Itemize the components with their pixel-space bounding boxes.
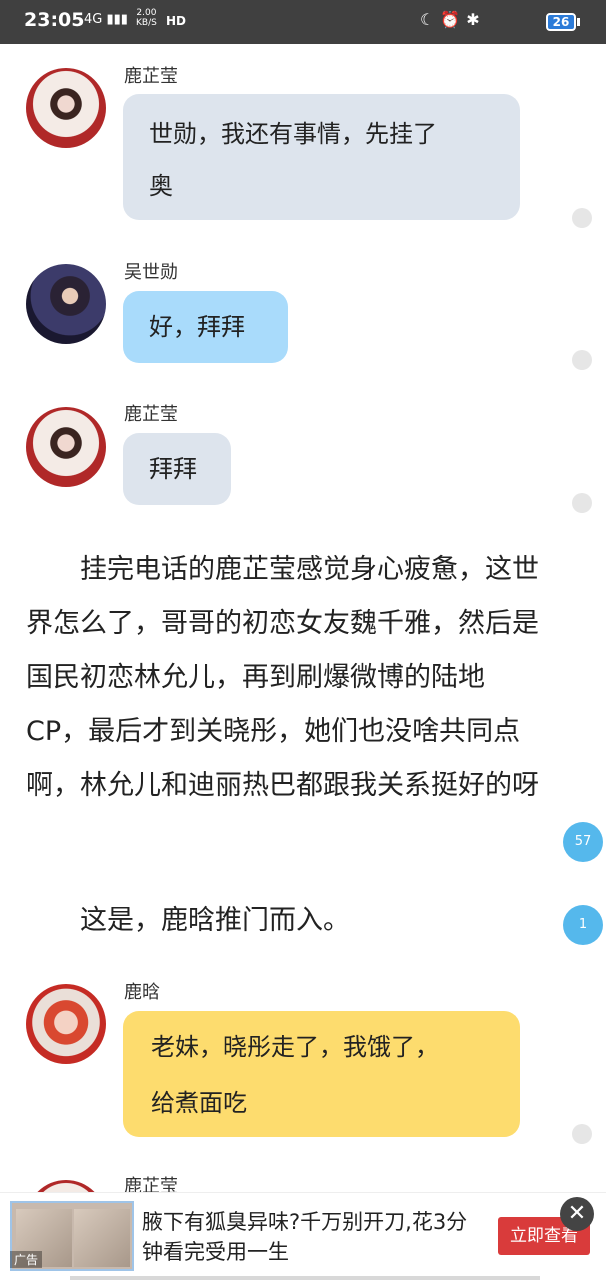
bubble-line: 好，拜拜 [149,313,245,341]
narration-paragraph: 这是，鹿晗推门而入。 [80,905,350,936]
net-speed-unit: KB/S [136,18,157,28]
bubble-line: 世勋，我还有事情，先挂了 [149,120,437,148]
signal-icon: 4G ▮▮▮ [84,12,128,27]
ad-label: 广告 [10,1251,43,1268]
sender-name: 鹿芷莹 [124,66,178,87]
moon-icon: ☾ [420,10,441,29]
comment-dot[interactable] [572,1124,592,1144]
sender-name: 吴世勋 [124,262,178,283]
avatar-lu-han[interactable] [26,984,106,1064]
network-type: 4G [84,12,103,27]
avatar-lu-zhiying[interactable] [26,68,106,148]
bluetooth-icon: ✱ [466,10,486,29]
sender-name: 鹿芷莹 [124,404,178,425]
net-speed: 2.00 KB/S [136,8,157,28]
battery-tip [577,18,580,26]
status-icons: ☾⏰✱ [420,10,486,29]
narration-paragraph: 挂完电话的鹿芷莹感觉身心疲惫，这世界怎么了，哥哥的初恋女友魏千雅，然后是国民初恋… [26,554,539,801]
bubble-line: 奥 [149,172,173,200]
status-bar: 23:05 4G ▮▮▮ 2.00 KB/S HD ☾⏰✱ 26 [0,0,606,44]
bubble-line: 给煮面吃 [151,1089,247,1117]
hd-icon: HD [166,14,187,28]
home-indicator [70,1276,540,1280]
bubble-line: 老妹，晓彤走了，我饿了， [151,1033,439,1061]
ad-text[interactable]: 腋下有狐臭异味?千万别开刀,花3分钟看完受用一生 [142,1207,472,1267]
battery-icon: 26 [546,13,576,31]
paragraph-comment-count[interactable]: 1 [563,905,603,945]
chat-bubble: 世勋，我还有事情，先挂了 奥 [123,94,520,220]
chat-bubble: 拜拜 [123,433,231,505]
comment-dot[interactable] [572,350,592,370]
ad-image-right [74,1209,130,1267]
net-speed-value: 2.00 [136,8,157,18]
avatar-lu-zhiying[interactable] [26,407,106,487]
ad-banner[interactable]: 广告 腋下有狐臭异味?千万别开刀,花3分钟看完受用一生 立即查看 ✕ [0,1192,606,1281]
bubble-line: 拜拜 [149,455,197,483]
sender-name: 鹿晗 [124,982,160,1003]
status-time: 23:05 [24,9,85,31]
chat-bubble: 老妹，晓彤走了，我饿了， 给煮面吃 [123,1011,520,1137]
comment-dot[interactable] [572,208,592,228]
avatar-wu-shixun[interactable] [26,264,106,344]
alarm-icon: ⏰ [440,10,467,29]
close-icon[interactable]: ✕ [560,1197,594,1231]
comment-dot[interactable] [572,493,592,513]
paragraph-comment-count[interactable]: 57 [563,822,603,862]
chat-bubble: 好，拜拜 [123,291,288,363]
battery-level: 26 [552,15,570,29]
